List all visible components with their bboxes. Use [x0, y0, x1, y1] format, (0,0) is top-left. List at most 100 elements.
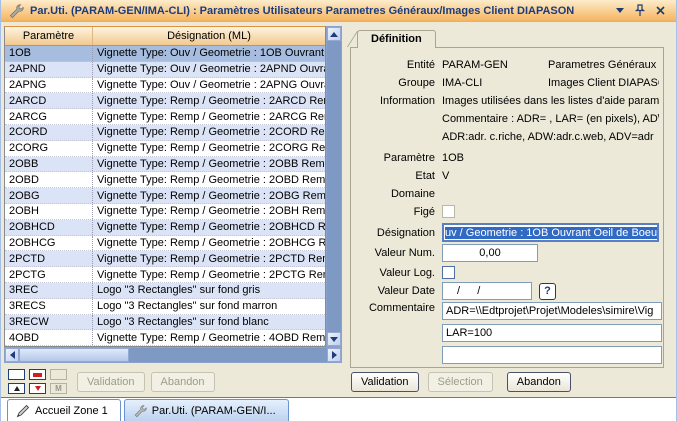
table-row[interactable]: 2OBB Vignette Type: Remp / Geometrie : 2…	[5, 157, 325, 173]
table-row[interactable]: 2OBHCD Vignette Type: Remp / Geometrie :…	[5, 220, 325, 236]
table-row[interactable]: 2APNG Vignette Type: Ouv / Geometrie : 2…	[5, 78, 325, 94]
chevron-down-icon[interactable]	[616, 8, 624, 13]
parameter-window: Par.Uti. (PARAM-GEN/IMA-CLI) : Paramètre…	[0, 0, 677, 421]
vertical-scroll-track[interactable]	[327, 41, 341, 332]
domaine-label: Domaine	[351, 188, 435, 200]
cell-designation: Vignette Type: Remp / Geometrie : 2OBD R…	[93, 174, 325, 186]
cell-designation: Vignette Type: Remp / Geometrie : 2CORG …	[93, 142, 325, 154]
cell-param: 2OBHCG	[5, 236, 93, 251]
tab-accueil-zone-1[interactable]: Accueil Zone 1	[7, 399, 121, 421]
table-body: 1OB Vignette Type: Ouv / Geometrie : 1OB…	[5, 46, 325, 346]
pencil-icon	[16, 404, 30, 418]
table-row[interactable]: 2OBH Vignette Type: Remp / Geometrie : 2…	[5, 204, 325, 220]
table-row[interactable]: 2OBG Vignette Type: Remp / Geometrie : 2…	[5, 188, 325, 204]
cell-designation: Vignette Type: Remp / Geometrie : 2OBHCG…	[93, 237, 325, 249]
cell-designation: Vignette Type: Remp / Geometrie : 2ARCG …	[93, 111, 325, 123]
table-row[interactable]: 2OBD Vignette Type: Remp / Geometrie : 2…	[5, 172, 325, 188]
etat-value: V	[442, 170, 449, 182]
tab-definition[interactable]: Définition	[357, 30, 436, 48]
close-icon[interactable]	[656, 6, 665, 15]
multi-select-icon: M	[50, 383, 67, 394]
list-actions: M Validation Abandon	[8, 369, 221, 395]
cell-param: 2PCTD	[5, 251, 93, 266]
wrench-icon-small	[133, 404, 147, 418]
mark-box-icon[interactable]	[8, 369, 25, 380]
parametre-label: Paramètre	[351, 152, 435, 164]
commentaire-input-2[interactable]	[442, 324, 662, 342]
sort-down-red-icon[interactable]	[29, 383, 46, 394]
table-row[interactable]: 3RECS Logo "3 Rectangles" sur fond marro…	[5, 299, 325, 315]
titlebar: Par.Uti. (PARAM-GEN/IMA-CLI) : Paramètre…	[1, 0, 676, 22]
cell-designation: Logo "3 Rectangles" sur fond blanc	[93, 316, 325, 328]
column-header-designation[interactable]: Désignation (ML)	[93, 27, 325, 45]
groupe-code: IMA-CLI	[442, 77, 548, 89]
cell-param: 1OB	[5, 46, 93, 61]
list-validation-button[interactable]: Validation	[77, 372, 145, 392]
column-header-parametre[interactable]: Paramètre	[5, 27, 93, 45]
commentaire-input-3[interactable]	[442, 346, 662, 364]
table-row[interactable]: 3REC Logo "3 Rectangles" sur fond gris	[5, 283, 325, 299]
groupe-desc: Images Client DIAPASON	[548, 77, 659, 89]
cell-param: 2APND	[5, 62, 93, 77]
cell-param: 2OBHCD	[5, 220, 93, 235]
cell-designation: Vignette Type: Remp / Geometrie : 2PCTG …	[93, 269, 325, 281]
table-row[interactable]: 2APND Vignette Type: Ouv / Geometrie : 2…	[5, 62, 325, 78]
horizontal-scroll-track[interactable]	[129, 348, 327, 362]
cell-designation: Vignette Type: Remp / Geometrie : 2OBH R…	[93, 205, 325, 217]
information-line-3: ADR:adr. c.riche, ADW:adr.c.web, ADV=adr	[442, 128, 659, 146]
window-title: Par.Uti. (PARAM-GEN/IMA-CLI) : Paramètre…	[30, 5, 610, 17]
table-row[interactable]: 1OB Vignette Type: Ouv / Geometrie : 1OB…	[5, 46, 325, 62]
cell-designation: Vignette Type: Ouv / Geometrie : 2APND O…	[93, 63, 325, 75]
table-row[interactable]: 4OBD Vignette Type: Remp / Geometrie : 4…	[5, 330, 325, 346]
horizontal-scroll-thumb[interactable]	[19, 348, 129, 362]
parametre-value: 1OB	[442, 152, 464, 164]
cell-designation: Logo "3 Rectangles" sur fond gris	[93, 284, 325, 296]
tab-par-uti[interactable]: Par.Uti. (PARAM-GEN/I...	[124, 399, 289, 421]
valeur-date-input[interactable]	[442, 282, 532, 300]
valeur-num-input[interactable]	[442, 244, 538, 262]
selection-button[interactable]: Sélection	[428, 372, 493, 392]
scroll-left-icon[interactable]	[5, 348, 19, 362]
cell-param: 2OBG	[5, 188, 93, 203]
cell-designation: Vignette Type: Remp / Geometrie : 4OBD R…	[93, 332, 325, 344]
abandon-button[interactable]: Abandon	[507, 372, 571, 392]
fige-checkbox[interactable]	[442, 205, 455, 218]
cell-designation: Vignette Type: Remp / Geometrie : 2ARCD …	[93, 95, 325, 107]
table-row[interactable]: 2OBHCG Vignette Type: Remp / Geometrie :…	[5, 236, 325, 252]
valeur-log-checkbox[interactable]	[442, 266, 455, 279]
table-row[interactable]: 2PCTD Vignette Type: Remp / Geometrie : …	[5, 251, 325, 267]
scroll-up-icon[interactable]	[327, 27, 341, 41]
table-row[interactable]: 2ARCD Vignette Type: Remp / Geometrie : …	[5, 93, 325, 109]
list-abandon-button[interactable]: Abandon	[151, 372, 215, 392]
validation-button[interactable]: Validation	[351, 372, 419, 392]
valeur-num-label: Valeur Num.	[351, 247, 435, 259]
table-row[interactable]: 2ARCG Vignette Type: Remp / Geometrie : …	[5, 109, 325, 125]
cell-param: 3REC	[5, 283, 93, 298]
cell-param: 2PCTG	[5, 267, 93, 282]
designation-input[interactable]: uv / Geometrie : 1OB Ouvrant Oeil de Boe…	[442, 223, 659, 242]
commentaire-inputs	[442, 302, 662, 368]
cell-designation: Vignette Type: Remp / Geometrie : 2OBHCD…	[93, 221, 325, 233]
groupe-label: Groupe	[351, 77, 435, 89]
scroll-right-icon[interactable]	[327, 348, 341, 362]
cell-param: 4OBD	[5, 330, 93, 345]
table-row[interactable]: 2CORD Vignette Type: Remp / Geometrie : …	[5, 125, 325, 141]
vertical-scrollbar[interactable]	[326, 26, 342, 347]
horizontal-scrollbar[interactable]	[4, 347, 342, 363]
table-row[interactable]: 3RECW Logo "3 Rectangles" sur fond blanc	[5, 315, 325, 331]
red-bar-icon[interactable]	[29, 369, 46, 380]
table-row[interactable]: 2CORG Vignette Type: Remp / Geometrie : …	[5, 141, 325, 157]
information-label: Information	[351, 92, 435, 110]
scroll-down-icon[interactable]	[327, 332, 341, 346]
tab-label: Par.Uti. (PARAM-GEN/I...	[152, 405, 276, 417]
cell-designation: Vignette Type: Remp / Geometrie : 2OBG R…	[93, 190, 325, 202]
pin-icon[interactable]	[635, 4, 645, 17]
date-help-button[interactable]: ?	[539, 283, 556, 300]
cell-designation: Logo "3 Rectangles" sur fond marron	[93, 300, 325, 312]
cell-designation: Vignette Type: Ouv / Geometrie : 1OB Ouv…	[93, 47, 325, 59]
table-row[interactable]: 2PCTG Vignette Type: Remp / Geometrie : …	[5, 267, 325, 283]
commentaire-input-1[interactable]	[442, 302, 662, 320]
entite-code: PARAM-GEN	[442, 59, 548, 71]
sort-up-icon[interactable]	[8, 383, 25, 394]
cell-param: 2ARCD	[5, 93, 93, 108]
